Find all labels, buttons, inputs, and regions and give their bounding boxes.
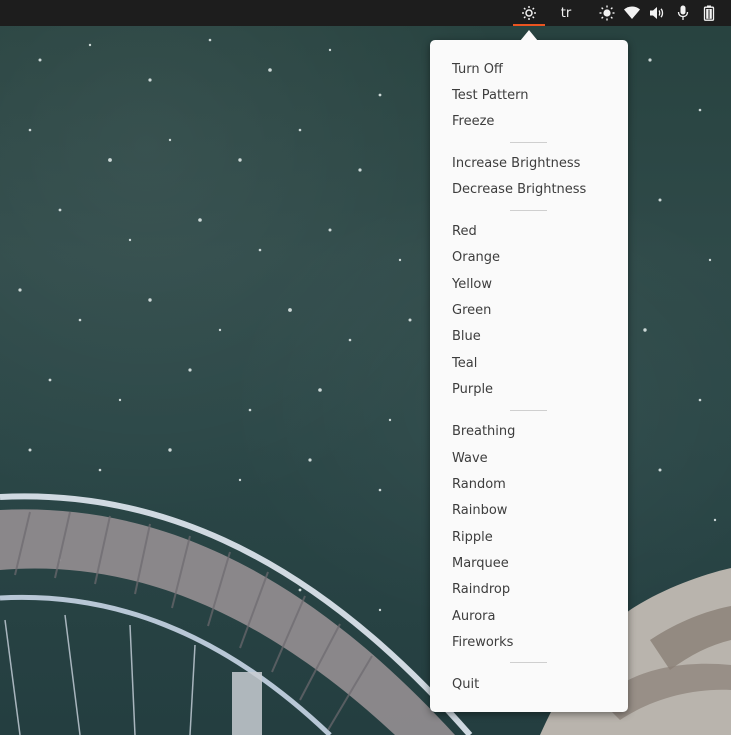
menu-item-marquee[interactable]: Marquee: [430, 550, 628, 576]
menu-item-decrease-brightness[interactable]: Decrease Brightness: [430, 176, 628, 202]
menu-item-raindrop[interactable]: Raindrop: [430, 576, 628, 602]
menu-item-rainbow[interactable]: Rainbow: [430, 497, 628, 523]
night-light-icon: [599, 5, 615, 21]
menu-item-breathing[interactable]: Breathing: [430, 418, 628, 444]
keyboard-layout-label: tr: [560, 5, 572, 21]
menu-separator: [510, 662, 547, 663]
menu-item-orange[interactable]: Orange: [430, 244, 628, 270]
menu-item-blue[interactable]: Blue: [430, 323, 628, 349]
top-bar: tr: [0, 0, 731, 26]
menu-item-teal[interactable]: Teal: [430, 350, 628, 376]
menu-item-quit[interactable]: Quit: [430, 671, 628, 697]
volume-indicator[interactable]: [646, 0, 668, 26]
menu-item-yellow[interactable]: Yellow: [430, 271, 628, 297]
menu-item-freeze[interactable]: Freeze: [430, 108, 628, 134]
brightness-indicator[interactable]: [511, 0, 547, 26]
menu-item-ripple[interactable]: Ripple: [430, 524, 628, 550]
menu-item-wave[interactable]: Wave: [430, 445, 628, 471]
wifi-icon: [624, 6, 640, 19]
microphone-icon: [677, 5, 689, 20]
wifi-indicator[interactable]: [621, 0, 643, 26]
brightness-light-icon: [522, 6, 536, 20]
night-light-indicator[interactable]: [596, 0, 618, 26]
volume-icon: [650, 7, 664, 19]
battery-icon: [703, 5, 715, 21]
menu-item-red[interactable]: Red: [430, 218, 628, 244]
keyboard-layout-indicator[interactable]: tr: [553, 0, 579, 26]
menu-item-random[interactable]: Random: [430, 471, 628, 497]
brightness-indicator-menu: Turn Off Test Pattern Freeze Increase Br…: [430, 40, 628, 712]
menu-item-fireworks[interactable]: Fireworks: [430, 629, 628, 655]
microphone-indicator[interactable]: [673, 0, 693, 26]
menu-item-green[interactable]: Green: [430, 297, 628, 323]
menu-separator: [510, 210, 547, 211]
battery-indicator[interactable]: [699, 0, 719, 26]
menu-pointer: [520, 30, 538, 41]
menu-item-increase-brightness[interactable]: Increase Brightness: [430, 150, 628, 176]
menu-separator: [510, 142, 547, 143]
menu-item-aurora[interactable]: Aurora: [430, 603, 628, 629]
menu-item-test-pattern[interactable]: Test Pattern: [430, 82, 628, 108]
menu-separator: [510, 410, 547, 411]
menu-item-turn-off[interactable]: Turn Off: [430, 56, 628, 82]
menu-item-purple[interactable]: Purple: [430, 376, 628, 402]
